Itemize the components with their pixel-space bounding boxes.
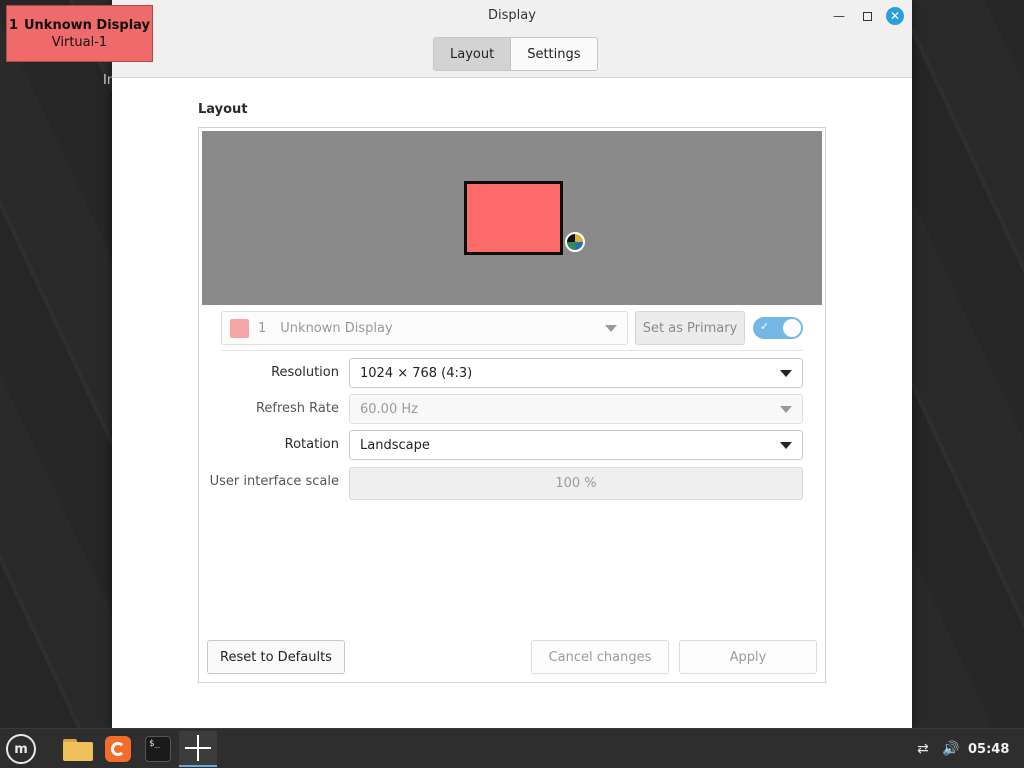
maximize-button[interactable] [858,7,876,25]
terminal-icon: $_ [145,736,171,762]
title-bar[interactable]: Display — ✕ Layout Settings [112,0,912,78]
ui-scale-value: 100 % [555,476,597,491]
refresh-rate-label: Refresh Rate [255,401,339,416]
resolution-label: Resolution [271,365,339,380]
toggle-knob [783,319,801,337]
monitor-arrangement-area[interactable] [202,131,822,305]
window-title: Display [488,8,536,23]
ui-scale-row: User interface scale 100 % [199,467,827,500]
rotation-dropdown[interactable]: Landscape [349,430,803,460]
window-controls: — ✕ [830,7,904,25]
check-icon: ✓ [760,320,770,333]
minimize-icon: — [833,9,845,23]
resolution-row: Resolution 1024 × 768 (4:3) [199,358,827,388]
firefox-icon [105,736,131,762]
files-launcher[interactable] [60,731,96,767]
network-status[interactable]: ⇄ [917,729,929,768]
chevron-down-icon [780,370,792,377]
apply-button[interactable]: Apply [679,640,817,674]
refresh-rate-dropdown[interactable]: 60.00 Hz [349,394,803,424]
folder-icon [63,737,93,761]
network-disconnected-icon: ⇄ [917,741,929,757]
rotation-row: Rotation Landscape [199,430,827,460]
mint-menu-icon: m [6,734,36,764]
refresh-rate-value: 60.00 Hz [360,401,418,417]
reset-to-defaults-button[interactable]: Reset to Defaults [207,640,345,674]
display-settings-task[interactable] [179,731,217,767]
rotation-value: Landscape [360,437,430,453]
chevron-down-icon [605,325,617,332]
ui-scale-label: User interface scale [209,474,339,489]
chevron-down-icon [780,406,792,413]
display-name: Unknown Display [280,320,393,336]
display-settings-icon [184,734,212,762]
firefox-launcher[interactable] [100,731,136,767]
layout-panel: 1 Unknown Display Set as Primary ✓ Resol… [198,127,826,683]
maximize-icon [862,11,872,21]
volume-control[interactable]: 🔊 [942,729,959,768]
chevron-down-icon [780,442,792,449]
rotation-label: Rotation [284,437,339,452]
osd-display-number: 1 [8,17,18,33]
osd-output-name: Virtual-1 [51,34,108,50]
taskbar: m $_ ⇄ 🔊 05:48 [0,728,1024,768]
display-identifier-overlay: 1 Unknown Display Virtual-1 [6,5,153,62]
minimize-button[interactable]: — [830,7,848,25]
close-button[interactable]: ✕ [886,7,904,25]
display-enabled-toggle[interactable]: ✓ [753,317,803,339]
display-selector-row: 1 Unknown Display Set as Primary ✓ [221,311,803,347]
view-switcher: Layout Settings [433,37,598,71]
display-color-swatch [230,318,249,338]
osd-display-name: Unknown Display [24,17,151,33]
refresh-rate-row: Refresh Rate 60.00 Hz [199,394,827,424]
cancel-changes-button[interactable]: Cancel changes [531,640,669,674]
resolution-value: 1024 × 768 (4:3) [360,365,473,381]
menu-button[interactable]: m [3,731,39,767]
set-as-primary-button[interactable]: Set as Primary [635,311,745,345]
volume-icon: 🔊 [942,741,960,757]
tab-settings[interactable]: Settings [511,38,597,70]
ui-scale-slider[interactable]: 100 % [349,467,803,500]
tab-layout[interactable]: Layout [434,38,512,70]
display-settings-window: Display — ✕ Layout Settings Layout 1 Unk… [112,0,912,728]
terminal-launcher[interactable]: $_ [140,731,176,767]
divider [221,350,803,351]
clock-applet[interactable]: 05:48 [968,729,1009,768]
resolution-dropdown[interactable]: 1024 × 768 (4:3) [349,358,803,388]
close-icon: ✕ [889,9,901,23]
section-heading: Layout [198,102,248,117]
clock: 05:48 [968,741,1010,757]
display-badge-icon [565,232,585,252]
display-number: 1 [258,320,267,336]
monitor-preview-1[interactable] [464,181,563,255]
display-selector-dropdown[interactable]: 1 Unknown Display [221,311,628,345]
